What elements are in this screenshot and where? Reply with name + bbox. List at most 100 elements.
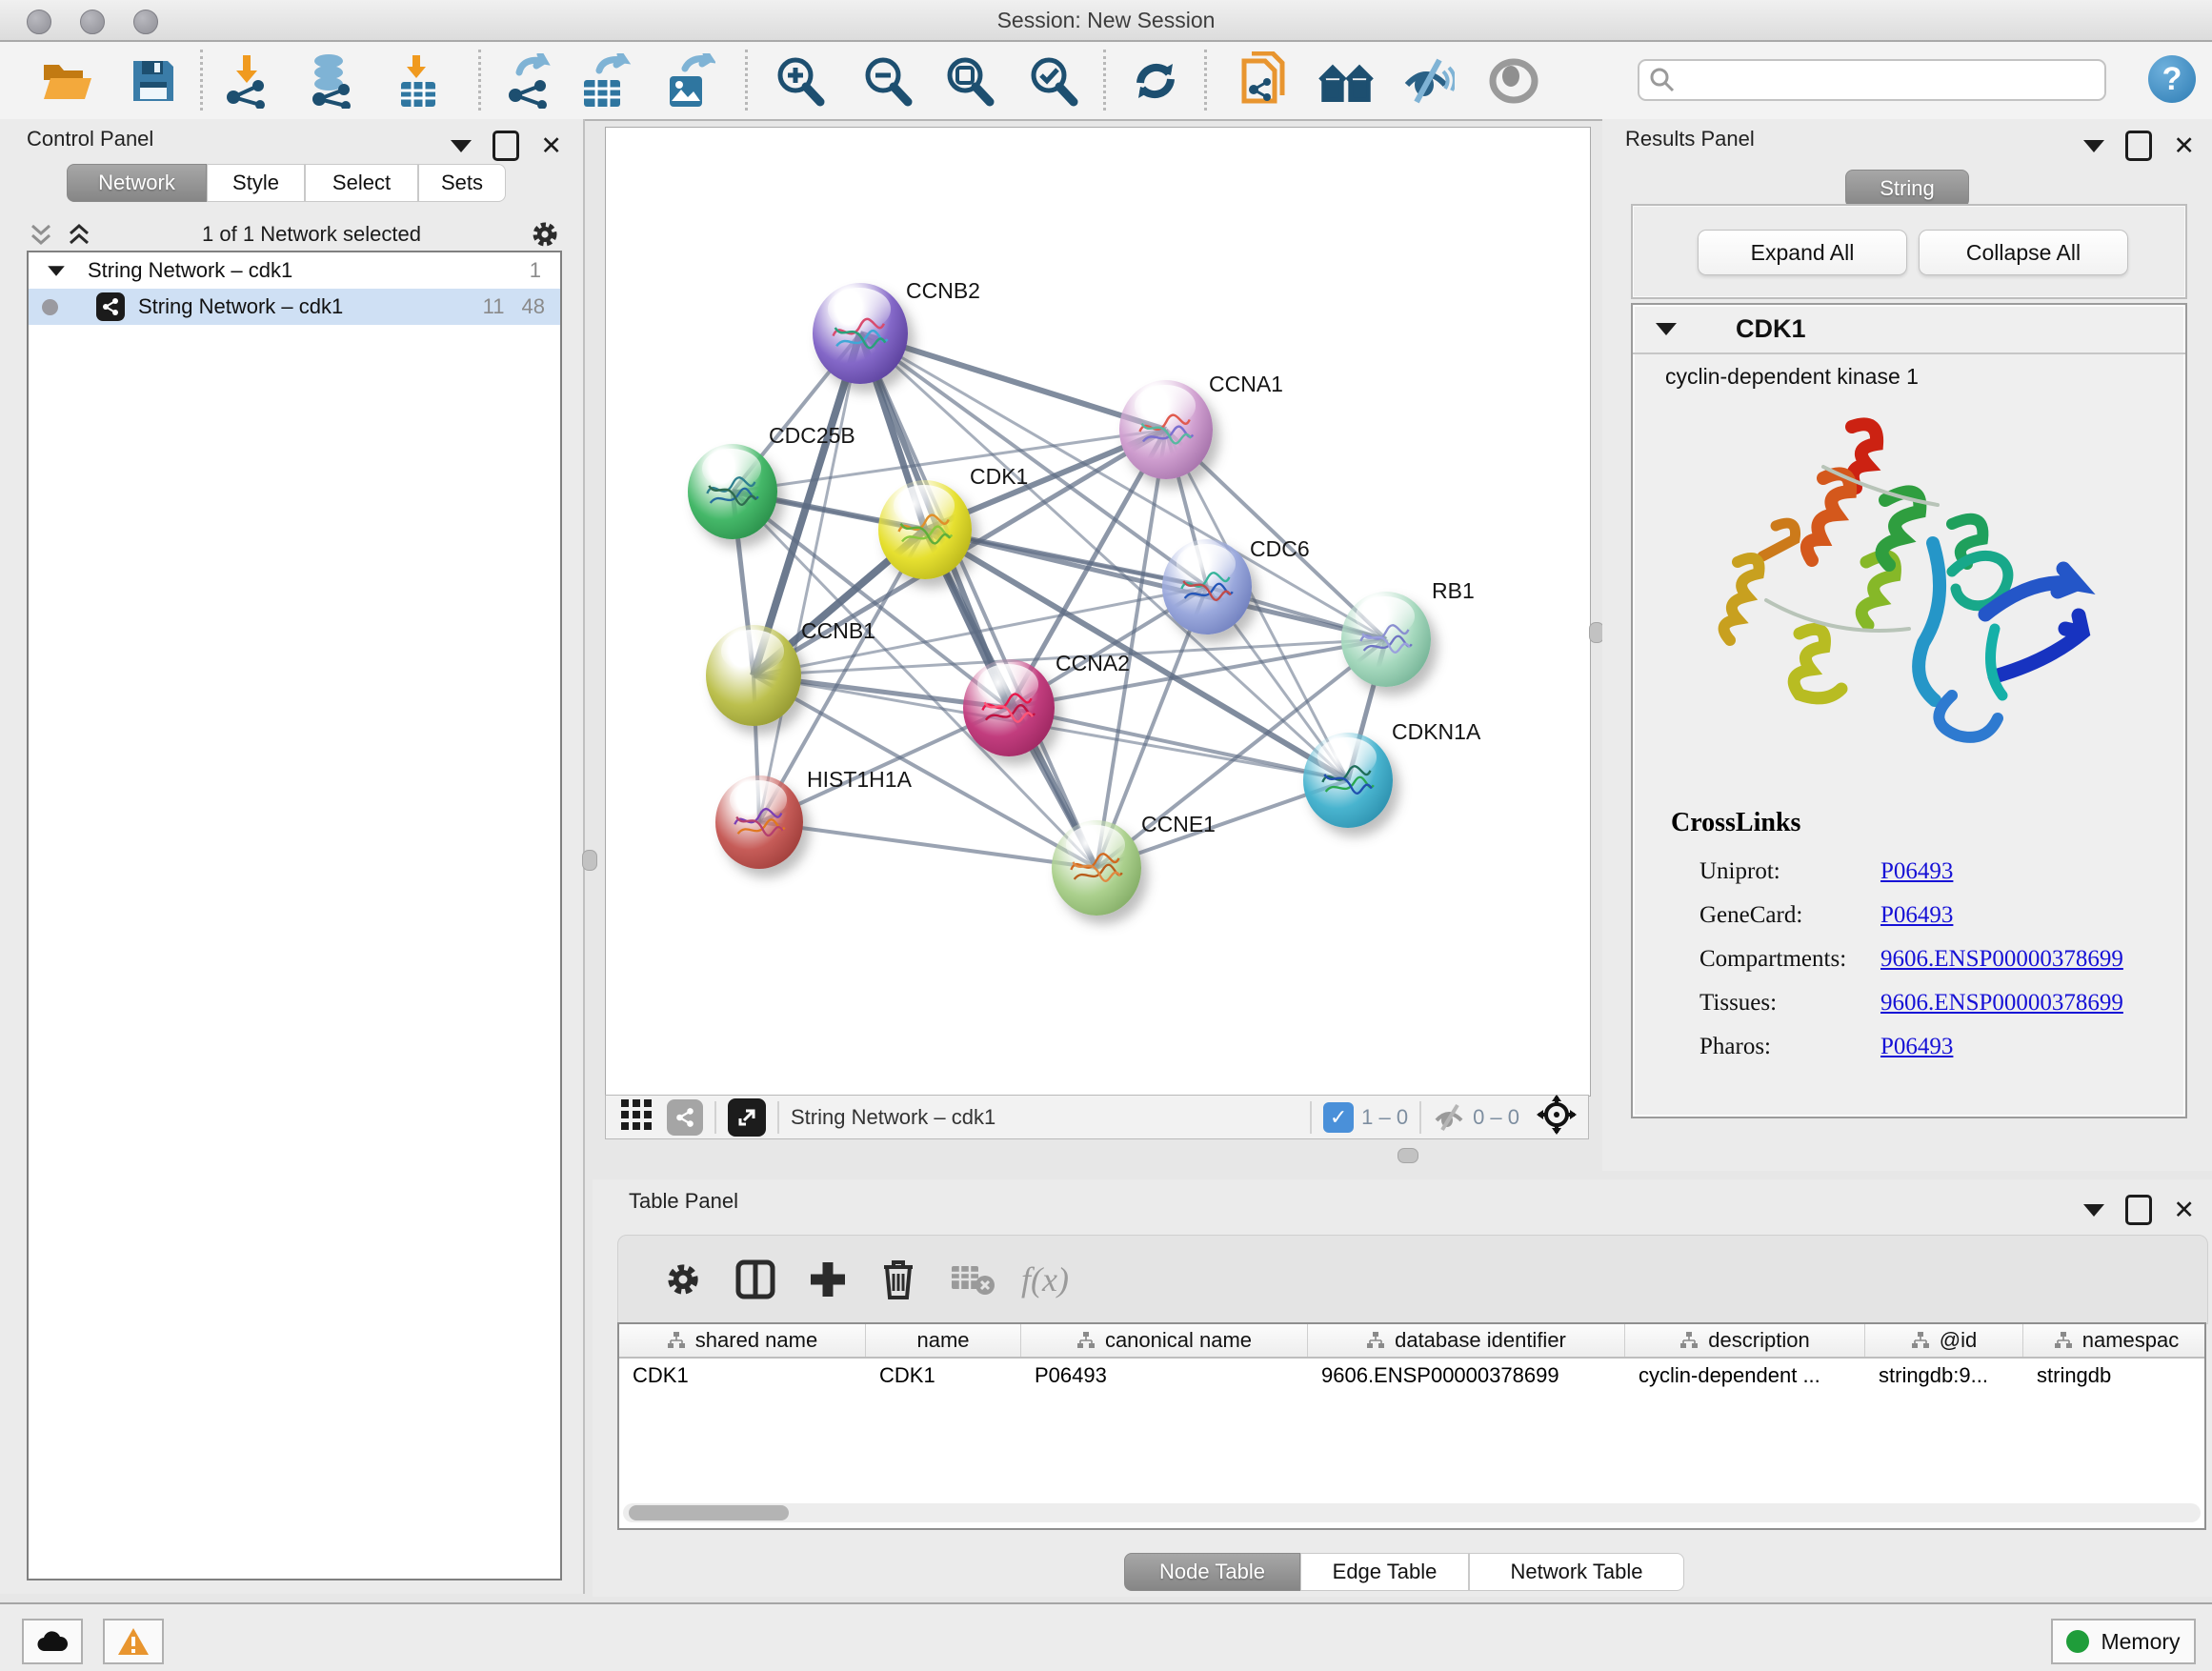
edge-CCNA2-CDKN1A[interactable] (1009, 708, 1348, 780)
import-table-icon[interactable] (391, 53, 446, 109)
left-splitter-handle[interactable] (582, 850, 597, 871)
zoom-selected-icon[interactable] (1025, 53, 1080, 109)
bottom-splitter-handle[interactable] (1398, 1148, 1418, 1163)
crosslink-link[interactable]: 9606.ENSP00000378699 (1880, 990, 2123, 1017)
tab-string[interactable]: String (1845, 170, 1969, 208)
close-panel-icon[interactable]: ✕ (2173, 1198, 2195, 1223)
network-row[interactable]: String Network – cdk1 11 48 (29, 289, 560, 325)
table-cell[interactable]: cyclin-dependent ... (1625, 1359, 1865, 1393)
table-row[interactable]: CDK1CDK1P064939606.ENSP00000378699cyclin… (619, 1359, 2204, 1393)
crosslink-link[interactable]: 9606.ENSP00000378699 (1880, 946, 2123, 973)
table-cell[interactable]: CDK1 (619, 1359, 866, 1393)
close-panel-icon[interactable]: ✕ (2173, 133, 2195, 159)
node-CCNA1[interactable] (1119, 380, 1213, 479)
search-input[interactable] (1638, 59, 2106, 101)
delete-table-icon[interactable] (946, 1253, 999, 1306)
grid-view-icon[interactable] (619, 1097, 654, 1137)
import-network-icon[interactable] (219, 53, 274, 109)
scrollbar-thumb[interactable] (629, 1505, 789, 1520)
open-file-icon[interactable] (40, 53, 95, 109)
node-CCNA2[interactable] (963, 659, 1055, 756)
column-header-database-identifier[interactable]: database identifier (1308, 1324, 1625, 1357)
crosslink-link[interactable]: P06493 (1880, 902, 1953, 929)
birds-eye-icon[interactable] (1537, 1095, 1577, 1139)
detach-view-icon[interactable] (728, 1098, 766, 1137)
edge-HIST1H1A-CCNE1[interactable] (759, 822, 1096, 868)
node-CDK1[interactable] (878, 480, 972, 579)
collapse-section-icon[interactable] (1656, 323, 1677, 335)
delete-column-icon[interactable] (872, 1253, 925, 1306)
float-panel-icon[interactable] (493, 131, 519, 161)
warnings-button[interactable] (103, 1619, 164, 1664)
float-panel-icon[interactable] (2125, 131, 2152, 161)
protein-card-header[interactable]: CDK1 (1633, 305, 2185, 354)
crosslink-link[interactable]: P06493 (1880, 1034, 1953, 1060)
float-panel-icon[interactable] (2125, 1195, 2152, 1225)
expand-all-chevron-icon[interactable] (65, 220, 93, 249)
collapse-panel-icon[interactable] (2083, 1204, 2104, 1217)
column-header-description[interactable]: description (1625, 1324, 1865, 1357)
collapse-all-chevron-icon[interactable] (27, 220, 55, 249)
node-CCNB2[interactable] (813, 283, 908, 384)
tab-style[interactable]: Style (207, 164, 305, 202)
zoom-out-icon[interactable] (859, 53, 915, 109)
edge-CDK1-RB1[interactable] (925, 530, 1386, 639)
table-cell[interactable]: P06493 (1021, 1359, 1308, 1393)
node-RB1[interactable] (1341, 592, 1431, 687)
zoom-fit-icon[interactable] (941, 53, 996, 109)
create-column-icon[interactable] (801, 1253, 855, 1306)
column-header-shared-name[interactable]: shared name (619, 1324, 866, 1357)
crosslink-link[interactable]: P06493 (1880, 858, 1953, 885)
horizontal-scrollbar[interactable] (623, 1503, 2201, 1522)
network-collection-row[interactable]: String Network – cdk1 1 (29, 252, 560, 289)
node-CDC25B[interactable] (688, 444, 777, 539)
gear-icon[interactable] (530, 219, 560, 250)
tree-expander-icon[interactable] (48, 266, 65, 275)
import-database-icon[interactable] (303, 53, 358, 109)
column-header-canonical-name[interactable]: canonical name (1021, 1324, 1308, 1357)
node-CCNB1[interactable] (706, 625, 801, 726)
hidden-eye-icon[interactable] (1433, 1103, 1465, 1132)
expand-all-button[interactable]: Expand All (1698, 230, 1907, 275)
network-view-canvas[interactable]: CCNB2CCNA1CDC25BCDK1CDC6RB1CCNB1CCNA2CDK… (605, 127, 1591, 1097)
memory-button[interactable]: Memory (2051, 1619, 2196, 1664)
share-document-icon[interactable] (1237, 53, 1292, 109)
export-table-icon[interactable] (577, 53, 633, 109)
tab-select[interactable]: Select (305, 164, 418, 202)
export-image-icon[interactable] (661, 53, 716, 109)
zoom-in-icon[interactable] (772, 53, 827, 109)
table-settings-gear-icon[interactable] (656, 1253, 710, 1306)
show-all-icon[interactable] (1486, 53, 1541, 109)
hide-selected-icon[interactable] (1400, 53, 1456, 109)
table-cell[interactable]: 9606.ENSP00000378699 (1308, 1359, 1625, 1393)
table-cell[interactable]: stringdb (2023, 1359, 2206, 1393)
node-HIST1H1A[interactable] (715, 775, 803, 869)
help-icon[interactable]: ? (2148, 55, 2196, 103)
network-overview-icon[interactable] (667, 1099, 703, 1136)
refresh-icon[interactable] (1128, 53, 1183, 109)
collapse-all-button[interactable]: Collapse All (1919, 230, 2128, 275)
tab-sets[interactable]: Sets (418, 164, 506, 202)
tab-edge-table[interactable]: Edge Table (1300, 1553, 1469, 1591)
column-header--id[interactable]: @id (1865, 1324, 2023, 1357)
selected-checkbox-icon[interactable]: ✓ (1323, 1102, 1354, 1133)
close-panel-icon[interactable]: ✕ (540, 133, 562, 159)
table-cell[interactable]: stringdb:9... (1865, 1359, 2023, 1393)
cloud-status-button[interactable] (22, 1619, 83, 1664)
table-cell[interactable]: CDK1 (866, 1359, 1021, 1393)
node-CCNE1[interactable] (1052, 820, 1141, 916)
tab-node-table[interactable]: Node Table (1124, 1553, 1300, 1591)
save-session-icon[interactable] (126, 53, 181, 109)
home-icon[interactable] (1318, 53, 1374, 109)
collapse-panel-icon[interactable] (451, 140, 472, 152)
tab-network[interactable]: Network (67, 164, 207, 202)
function-builder-icon[interactable]: f(x) (1018, 1253, 1072, 1306)
tab-network-table[interactable]: Network Table (1469, 1553, 1684, 1591)
collapse-panel-icon[interactable] (2083, 140, 2104, 152)
show-columns-icon[interactable] (729, 1253, 782, 1306)
column-header-name[interactable]: name (866, 1324, 1021, 1357)
column-header-namespac[interactable]: namespac (2023, 1324, 2206, 1357)
node-CDKN1A[interactable] (1303, 733, 1393, 828)
node-CDC6[interactable] (1162, 539, 1252, 634)
export-network-icon[interactable] (501, 53, 556, 109)
